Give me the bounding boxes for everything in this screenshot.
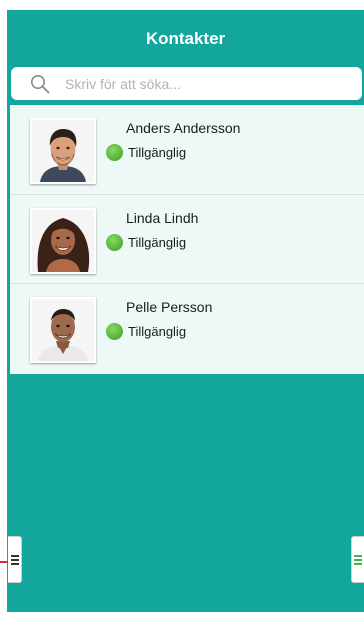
status-online-icon (106, 144, 123, 161)
edge-accent-line (0, 561, 8, 563)
status: Tillgänglig (106, 323, 186, 340)
avatar (30, 297, 96, 363)
status-text: Tillgänglig (128, 234, 187, 250)
contacts-screen: Kontakter Skriv för att söka... Anders A… (7, 10, 364, 612)
status-text: Tillgänglig (128, 324, 187, 339)
status: Tillgänglig (106, 144, 186, 161)
search-input[interactable] (65, 75, 335, 92)
status-online-icon (106, 323, 123, 340)
page-title: Kontakter (145, 28, 226, 48)
status: Tillgänglig (106, 233, 187, 251)
contact-list: Anders Andersson Tillgänglig Linda Lindh… (10, 105, 364, 374)
contact-name: Linda Lindh (126, 209, 199, 226)
right-menu-handle[interactable] (351, 536, 364, 583)
contact-name: Pelle Persson (126, 299, 213, 315)
menu-handle-icon (10, 553, 19, 567)
contact-row[interactable]: Linda Lindh Tillgänglig (10, 195, 364, 284)
left-menu-handle[interactable] (8, 536, 22, 583)
status-online-icon (106, 233, 123, 251)
header: Kontakter (7, 10, 364, 66)
contact-row[interactable]: Pelle Persson Tillgänglig (10, 284, 364, 374)
avatar (30, 207, 96, 274)
status-text: Tillgänglig (128, 145, 187, 160)
contact-row[interactable]: Anders Andersson Tillgänglig (10, 105, 364, 195)
avatar (30, 118, 96, 184)
search-bar[interactable] (11, 67, 362, 100)
menu-handle-icon (354, 553, 362, 567)
contact-name: Anders Andersson (126, 120, 241, 136)
search-icon (23, 67, 57, 100)
